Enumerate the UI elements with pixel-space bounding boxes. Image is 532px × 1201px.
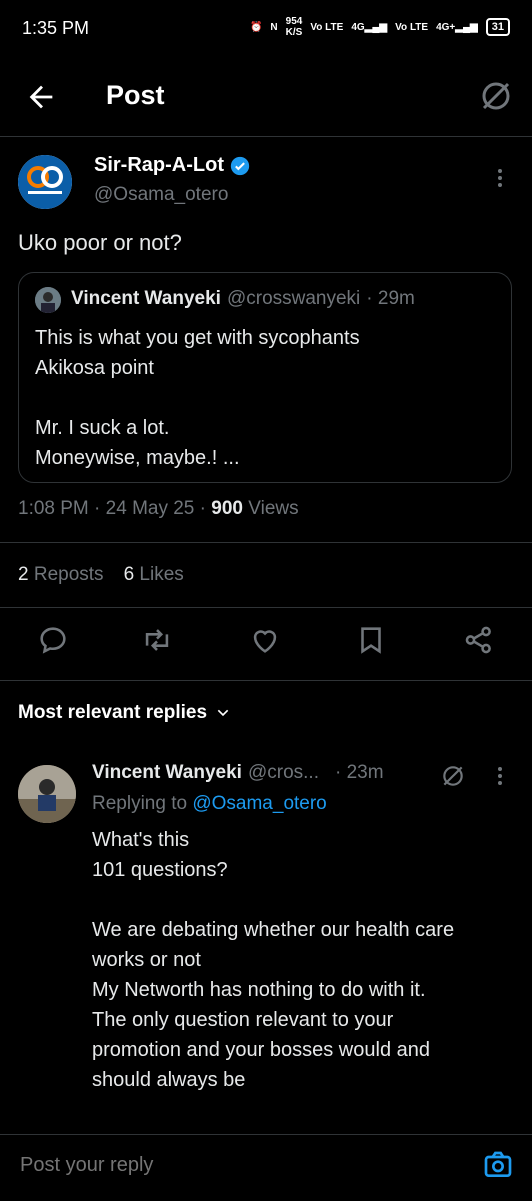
grok-button[interactable] xyxy=(478,78,514,114)
more-vertical-icon xyxy=(498,169,502,187)
reply-grok-button[interactable] xyxy=(440,763,466,789)
bookmark-icon xyxy=(361,627,381,654)
author-name[interactable]: Sir-Rap-A-Lot xyxy=(94,154,250,177)
status-time: 1:35 PM xyxy=(22,18,90,38)
divider xyxy=(0,542,532,543)
reply-author-name[interactable]: Vincent Wanyeki xyxy=(92,762,242,784)
reply-input[interactable] xyxy=(18,1153,422,1178)
quote-avatar xyxy=(35,287,61,313)
likes-stat[interactable]: 6 Likes xyxy=(124,564,184,586)
more-options-button[interactable] xyxy=(492,166,508,190)
reply-more-options-button[interactable] xyxy=(492,764,508,788)
like-button[interactable] xyxy=(248,623,282,657)
views-count: 900 xyxy=(211,498,243,519)
quote-text: This is what you get with sycophants Aki… xyxy=(35,327,360,469)
quoted-post[interactable]: Vincent Wanyeki @crosswanyeki · 29m This… xyxy=(18,272,512,483)
camera-icon xyxy=(484,1151,512,1177)
verified-badge-icon xyxy=(230,156,250,175)
quote-age: · 29m xyxy=(366,288,415,309)
share-button[interactable] xyxy=(462,623,496,657)
header: Post xyxy=(0,58,532,137)
grok-icon xyxy=(443,766,463,786)
reposts-stat[interactable]: 2 Reposts xyxy=(18,564,104,586)
grok-icon xyxy=(482,82,510,110)
reply-composer xyxy=(0,1134,532,1201)
share-icon xyxy=(465,626,491,654)
status-bar: 1:35 PM ⏰ N 954 K/S Vo LTE 4G▂▄▆ Vo LTE 4… xyxy=(0,0,532,58)
bookmark-button[interactable] xyxy=(354,623,388,657)
post-time: 1:08 PM xyxy=(18,498,89,519)
back-button[interactable] xyxy=(24,80,58,114)
reply-text: What's this 101 questions? We are debati… xyxy=(92,829,455,1091)
views-label: Views xyxy=(248,498,299,519)
reply-age: · 23m xyxy=(334,762,384,783)
repost-icon xyxy=(145,629,169,651)
back-arrow-icon xyxy=(29,85,53,109)
quote-author-handle: @crosswanyeki xyxy=(226,288,361,309)
person-avatar-icon xyxy=(18,765,76,823)
nfc-icon: N xyxy=(270,21,278,33)
replies-sort-dropdown[interactable]: Most relevant replies xyxy=(18,702,231,724)
reply-author-avatar[interactable] xyxy=(18,765,76,823)
signal-icon-1: 4G▂▄▆ xyxy=(351,21,388,33)
reply-header: Vincent Wanyeki @cros... · 23m xyxy=(92,762,384,784)
more-vertical-icon xyxy=(498,767,502,785)
osama-otero-logo-icon xyxy=(18,155,72,209)
status-icons: ⏰ N 954 K/S Vo LTE 4G▂▄▆ Vo LTE 4G+▂▄▆ 31 xyxy=(250,16,510,38)
replying-to-handle[interactable]: @Osama_otero xyxy=(192,793,326,814)
post-date: 24 May 25 xyxy=(105,498,195,519)
divider xyxy=(0,607,532,608)
repost-button[interactable] xyxy=(140,623,174,657)
chevron-down-icon xyxy=(217,709,229,717)
page-title: Post xyxy=(106,80,165,110)
post-stats: 2 Reposts 6 Likes xyxy=(18,564,184,586)
replying-to: Replying to @Osama_otero xyxy=(92,793,327,814)
post-text: Uko poor or not? xyxy=(18,230,182,255)
quote-header: Vincent Wanyeki @crosswanyeki · 29m xyxy=(71,288,415,310)
action-bar xyxy=(0,623,532,663)
reply-button[interactable] xyxy=(36,623,70,657)
comment-icon xyxy=(40,627,66,654)
signal-icon-2: 4G+▂▄▆ xyxy=(436,21,478,33)
volte-label-1: Vo LTE xyxy=(310,21,344,33)
post-meta: 1:08 PM · 24 May 25 · 900 Views xyxy=(18,498,299,519)
network-speed: 954 K/S xyxy=(285,16,303,38)
heart-icon xyxy=(253,630,277,653)
quote-author-name: Vincent Wanyeki xyxy=(71,288,221,309)
alarm-icon: ⏰ xyxy=(249,21,263,33)
battery-icon: 31 xyxy=(485,18,510,36)
volte-label-2: Vo LTE xyxy=(395,21,429,33)
author-handle[interactable]: @Osama_otero xyxy=(94,184,228,206)
person-avatar-icon xyxy=(35,287,61,313)
reply-author-handle[interactable]: @cros... xyxy=(248,762,319,784)
divider xyxy=(0,680,532,681)
camera-button[interactable] xyxy=(482,1149,514,1181)
author-avatar[interactable] xyxy=(18,155,72,209)
